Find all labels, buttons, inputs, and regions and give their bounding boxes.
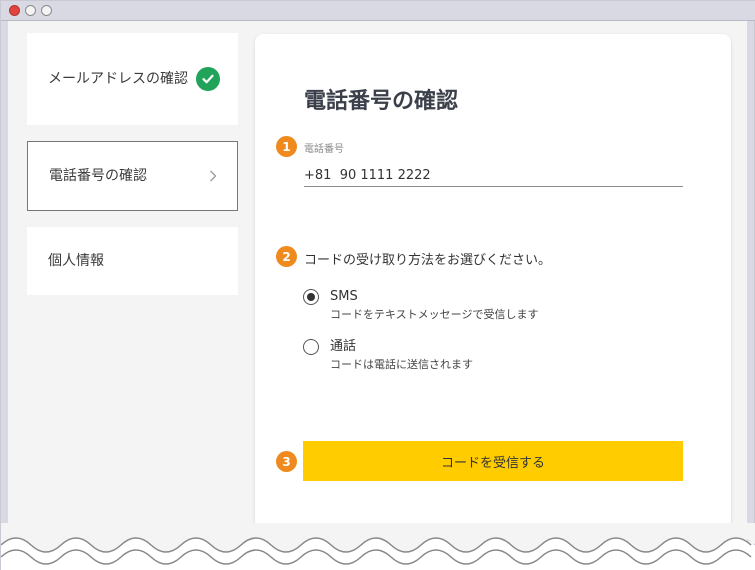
window-frame-left [1, 21, 8, 541]
maximize-window-button[interactable] [41, 5, 52, 16]
radio-text: 通話 コードは電話に送信されます [330, 338, 473, 374]
sidebar-item-phone-verification[interactable]: 電話番号の確認 [27, 141, 238, 211]
radio-button-sms[interactable] [303, 289, 319, 305]
phone-number-input[interactable] [304, 164, 683, 187]
radio-button-call[interactable] [303, 339, 319, 355]
chevron-right-icon [207, 170, 219, 182]
method-question: コードの受け取り方法をお選びください。 [304, 253, 552, 268]
sidebar-item-label: 個人情報 [48, 253, 104, 269]
radio-option-call[interactable]: 通話 コードは電話に送信されます [303, 338, 473, 374]
check-circle-icon [196, 67, 220, 91]
step-badge-2: 2 [276, 246, 297, 267]
browser-window: メールアドレスの確認 電話番号の確認 個人情報 電話番号の確認 1 電話番号 2… [0, 0, 755, 570]
torn-edge-decoration [1, 523, 755, 570]
step-badge-1: 1 [276, 136, 297, 157]
minimize-window-button[interactable] [25, 5, 36, 16]
sidebar-item-label: 電話番号の確認 [49, 168, 147, 184]
radio-label-call: 通話 [330, 339, 357, 354]
page-title: 電話番号の確認 [304, 89, 459, 114]
window-titlebar [1, 1, 755, 21]
radio-desc-sms: コードをテキストメッセージで受信します [330, 308, 539, 321]
radio-selected-dot [307, 293, 315, 301]
radio-label-sms: SMS [330, 289, 358, 304]
radio-text: SMS コードをテキストメッセージで受信します [330, 288, 538, 324]
sidebar-item-email-verification[interactable]: メールアドレスの確認 [27, 33, 238, 125]
close-window-button[interactable] [9, 5, 20, 16]
receive-code-button[interactable]: コードを受信する [303, 441, 683, 481]
step-badge-3: 3 [276, 451, 297, 472]
sidebar-item-personal-info[interactable]: 個人情報 [27, 227, 238, 295]
phone-field-label: 電話番号 [304, 144, 344, 155]
window-frame-right [747, 21, 754, 541]
radio-desc-call: コードは電話に送信されます [330, 358, 473, 371]
sidebar-item-label: メールアドレスの確認 [48, 71, 188, 87]
radio-option-sms[interactable]: SMS コードをテキストメッセージで受信します [303, 288, 538, 324]
